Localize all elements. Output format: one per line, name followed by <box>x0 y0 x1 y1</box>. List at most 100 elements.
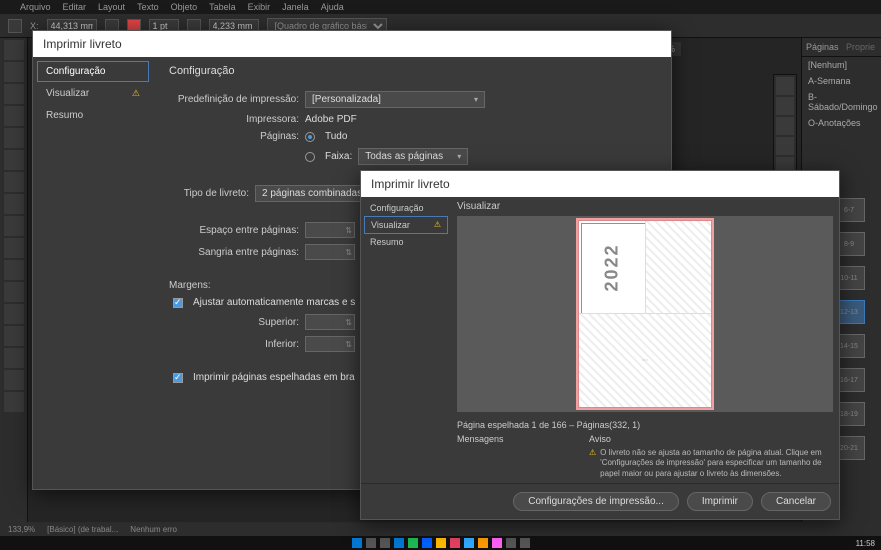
dialog-sidebar: Configuração Visualizar Resumo <box>33 57 153 485</box>
menu-objeto[interactable]: Objeto <box>171 2 198 12</box>
anchor-icon[interactable] <box>8 19 22 33</box>
taskbar: 11:58 <box>0 536 881 550</box>
print-settings-button[interactable]: Configurações de impressão... <box>513 492 679 511</box>
direct-select-tool[interactable] <box>4 62 24 82</box>
sidebar-preview[interactable]: Visualizar <box>364 216 448 234</box>
mirror-blank-label: Imprimir páginas espelhadas em bra <box>193 372 355 383</box>
xd-icon[interactable] <box>492 538 502 548</box>
rect-frame-tool[interactable] <box>4 216 24 236</box>
warning-text: O livreto não se ajusta ao tamanho de pá… <box>589 448 833 479</box>
menubar: Arquivo Editar Layout Texto Objeto Tabel… <box>0 0 881 14</box>
color-icon[interactable] <box>776 97 794 115</box>
menu-layout[interactable]: Layout <box>98 2 125 12</box>
sidebar-preview[interactable]: Visualizar <box>37 83 149 104</box>
gradient-tool[interactable] <box>4 304 24 324</box>
preview-area: 2022 ⋯ <box>457 216 833 412</box>
gradient-icon[interactable] <box>776 137 794 155</box>
printer-value: Adobe PDF <box>305 114 357 125</box>
gap-spinner[interactable]: ⇅ <box>305 222 355 238</box>
dialog-title: Imprimir livreto <box>361 171 839 197</box>
range-select[interactable]: Todas as páginas <box>358 148 468 165</box>
illustrator-icon[interactable] <box>478 538 488 548</box>
dropbox-icon[interactable] <box>422 538 432 548</box>
spotify-icon[interactable] <box>408 538 418 548</box>
booklet-type-label: Tipo de livreto: <box>169 188 249 199</box>
master-a[interactable]: A-Semana <box>802 73 881 89</box>
cancel-button[interactable]: Cancelar <box>761 492 831 511</box>
menu-editar[interactable]: Editar <box>63 2 87 12</box>
menu-tabela[interactable]: Tabela <box>209 2 236 12</box>
menu-texto[interactable]: Texto <box>137 2 159 12</box>
pen-tool[interactable] <box>4 172 24 192</box>
radio-range[interactable] <box>305 152 315 162</box>
sidebar-summary[interactable]: Resumo <box>37 105 149 126</box>
word-icon[interactable] <box>520 538 530 548</box>
scissors-tool[interactable] <box>4 260 24 280</box>
preview-caption: Página espelhada 1 de 166 – Páginas(332,… <box>457 416 833 434</box>
preview-year: 2022 <box>601 244 622 292</box>
auto-margins-label: Ajustar automaticamente marcas e s <box>193 297 355 308</box>
x-label: X: <box>30 21 39 31</box>
master-o[interactable]: O-Anotações <box>802 115 881 131</box>
type-tool[interactable] <box>4 128 24 148</box>
menu-ajuda[interactable]: Ajuda <box>321 2 344 12</box>
top-margin-label: Superior: <box>169 317 299 328</box>
mirror-blank-check[interactable] <box>173 373 183 383</box>
note-tool[interactable] <box>4 326 24 346</box>
print-button[interactable]: Imprimir <box>687 492 753 511</box>
properties-panel-tab[interactable]: Proprie <box>846 42 875 52</box>
zoom-level[interactable]: 133,9% <box>8 525 35 534</box>
statusbar: 133,9% [Básico] (de trabal... Nenhum err… <box>0 522 881 536</box>
line-tool[interactable] <box>4 150 24 170</box>
preview-pattern <box>645 221 711 315</box>
menu-exibir[interactable]: Exibir <box>248 2 271 12</box>
sidebar-summary[interactable]: Resumo <box>364 234 448 250</box>
sidebar-config[interactable]: Configuração <box>37 61 149 82</box>
layout-name[interactable]: [Básico] (de trabal... <box>47 525 118 534</box>
bleed-spinner[interactable]: ⇅ <box>305 244 355 260</box>
task-view-icon[interactable] <box>380 538 390 548</box>
error-status: Nenhum erro <box>130 525 177 534</box>
radio-all[interactable] <box>305 132 315 142</box>
pages-label: Páginas: <box>169 131 299 142</box>
radio-all-label: Tudo <box>325 131 347 142</box>
selection-tool[interactable] <box>4 40 24 60</box>
section-heading: Configuração <box>169 65 655 77</box>
rect-tool[interactable] <box>4 238 24 258</box>
top-margin-spinner[interactable]: ⇅ <box>305 314 355 330</box>
master-none[interactable]: [Nenhum] <box>802 57 881 73</box>
bottom-margin-label: Inferior: <box>169 339 299 350</box>
radio-range-label: Faixa: <box>325 151 352 162</box>
hand-tool[interactable] <box>4 370 24 390</box>
menu-janela[interactable]: Janela <box>282 2 309 12</box>
gap-tool[interactable] <box>4 106 24 126</box>
warning-label: Aviso <box>589 434 833 444</box>
eyedropper-tool[interactable] <box>4 348 24 368</box>
zoom-tool[interactable] <box>4 392 24 412</box>
auto-margins-check[interactable] <box>173 298 183 308</box>
master-b[interactable]: B-Sábado/Domingo <box>802 89 881 115</box>
tools-panel <box>0 38 28 536</box>
indesign-icon[interactable] <box>450 538 460 548</box>
menu-arquivo[interactable]: Arquivo <box>20 2 51 12</box>
clock[interactable]: 11:58 <box>856 539 875 548</box>
search-icon[interactable] <box>366 538 376 548</box>
photoshop-icon[interactable] <box>464 538 474 548</box>
pencil-tool[interactable] <box>4 194 24 214</box>
chrome-icon[interactable] <box>436 538 446 548</box>
transform-tool[interactable] <box>4 282 24 302</box>
stroke-icon[interactable] <box>776 117 794 135</box>
app-icon[interactable] <box>506 538 516 548</box>
gap-label: Espaço entre páginas: <box>169 225 299 236</box>
page-tool[interactable] <box>4 84 24 104</box>
explorer-icon[interactable] <box>394 538 404 548</box>
preset-label: Predefinição de impressão: <box>169 94 299 105</box>
swatches-icon[interactable] <box>776 77 794 95</box>
bottom-margin-spinner[interactable]: ⇅ <box>305 336 355 352</box>
preset-select[interactable]: [Personalizada] <box>305 91 485 108</box>
pages-panel-tab[interactable]: Páginas <box>806 42 839 52</box>
sidebar-config[interactable]: Configuração <box>364 200 448 216</box>
windows-icon[interactable] <box>352 538 362 548</box>
preview-heading: Visualizar <box>457 201 833 212</box>
dialog-sidebar: Configuração Visualizar Resumo <box>361 197 451 483</box>
